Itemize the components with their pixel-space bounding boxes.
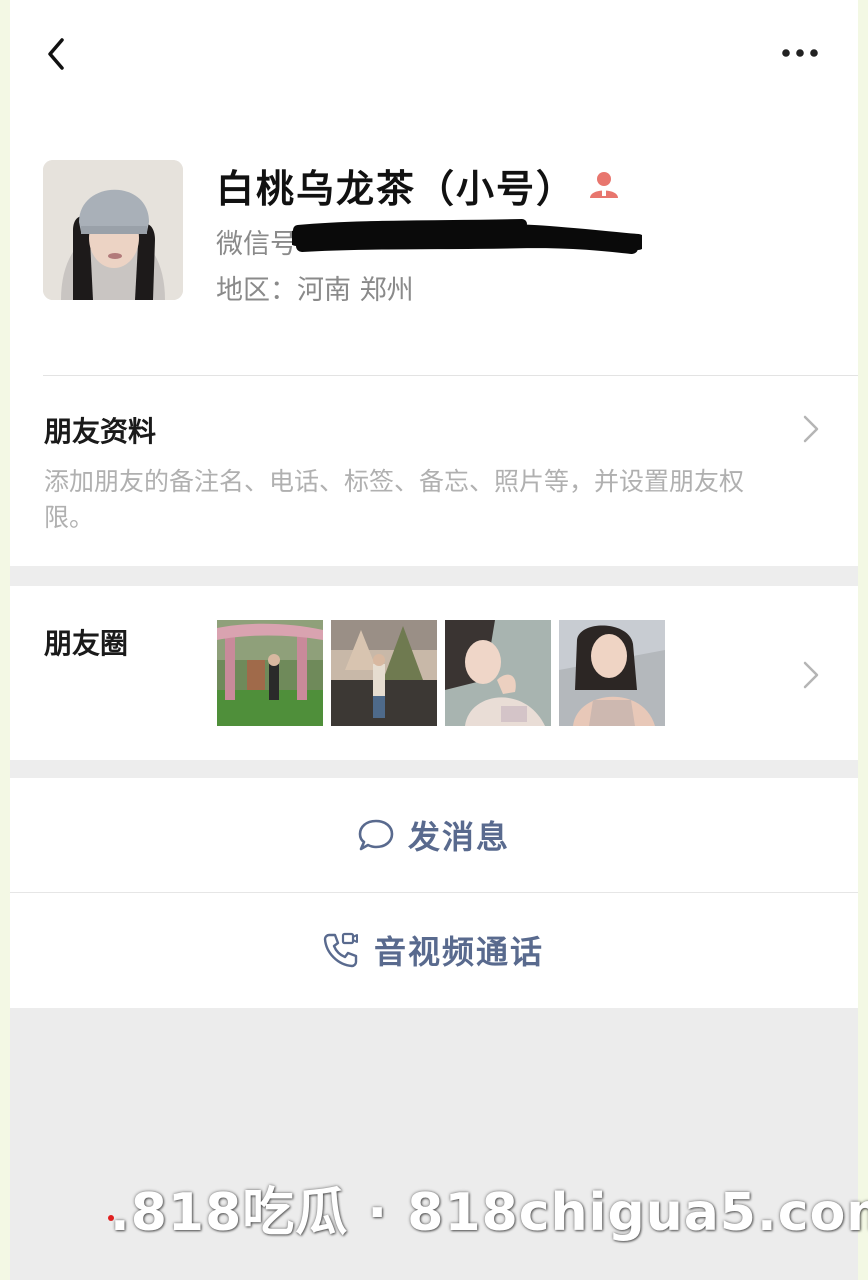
section-gap	[10, 760, 858, 778]
back-arrow-icon[interactable]	[38, 32, 78, 76]
person-badge-icon	[590, 172, 618, 198]
send-message-button[interactable]: 发消息	[10, 778, 858, 892]
more-dots-icon[interactable]	[776, 38, 824, 68]
wechat-id-label: 微信号	[216, 229, 297, 260]
watermark-text: .818吃瓜 · 818chigua5.com	[110, 1183, 868, 1243]
redaction-scribble	[292, 219, 642, 254]
moment-photo-garden[interactable]	[217, 620, 323, 726]
moments-row[interactable]: 朋友圈	[10, 586, 858, 760]
moment-photo-selfie-1[interactable]	[445, 620, 551, 726]
moment-photo-selfie-2[interactable]	[559, 620, 665, 726]
moment-photo-mall[interactable]	[331, 620, 437, 726]
video-call-phone-icon	[323, 932, 358, 968]
chevron-right-icon	[803, 661, 819, 689]
friend-info-title: 朋友资料	[44, 415, 157, 448]
top-bar	[10, 0, 858, 110]
chat-bubble-icon	[358, 819, 394, 851]
avatar[interactable]	[43, 160, 183, 300]
nickname: 白桃乌龙茶（小号）	[216, 167, 577, 211]
video-call-button[interactable]: 音视频通话	[10, 893, 858, 1007]
region-text: 地区：河南 郑州	[216, 275, 414, 306]
friend-info-row[interactable]: 朋友资料 添加朋友的备注名、电话、标签、备忘、照片等，并设置朋友权限。	[10, 376, 858, 566]
profile-header: 白桃乌龙茶（小号） 微信号 地区：河南 郑州	[10, 150, 858, 330]
section-gap	[10, 566, 858, 586]
contact-profile-screen: 白桃乌龙茶（小号） 微信号 地区：河南 郑州 朋友资料 添加朋友的备注名、电话、…	[10, 0, 858, 1280]
video-call-label: 音视频通话	[374, 933, 545, 971]
chevron-right-icon	[803, 415, 819, 443]
friend-info-description: 添加朋友的备注名、电话、标签、备忘、照片等，并设置朋友权限。	[44, 467, 745, 532]
send-message-label: 发消息	[408, 818, 511, 856]
moments-title: 朋友圈	[44, 627, 129, 660]
